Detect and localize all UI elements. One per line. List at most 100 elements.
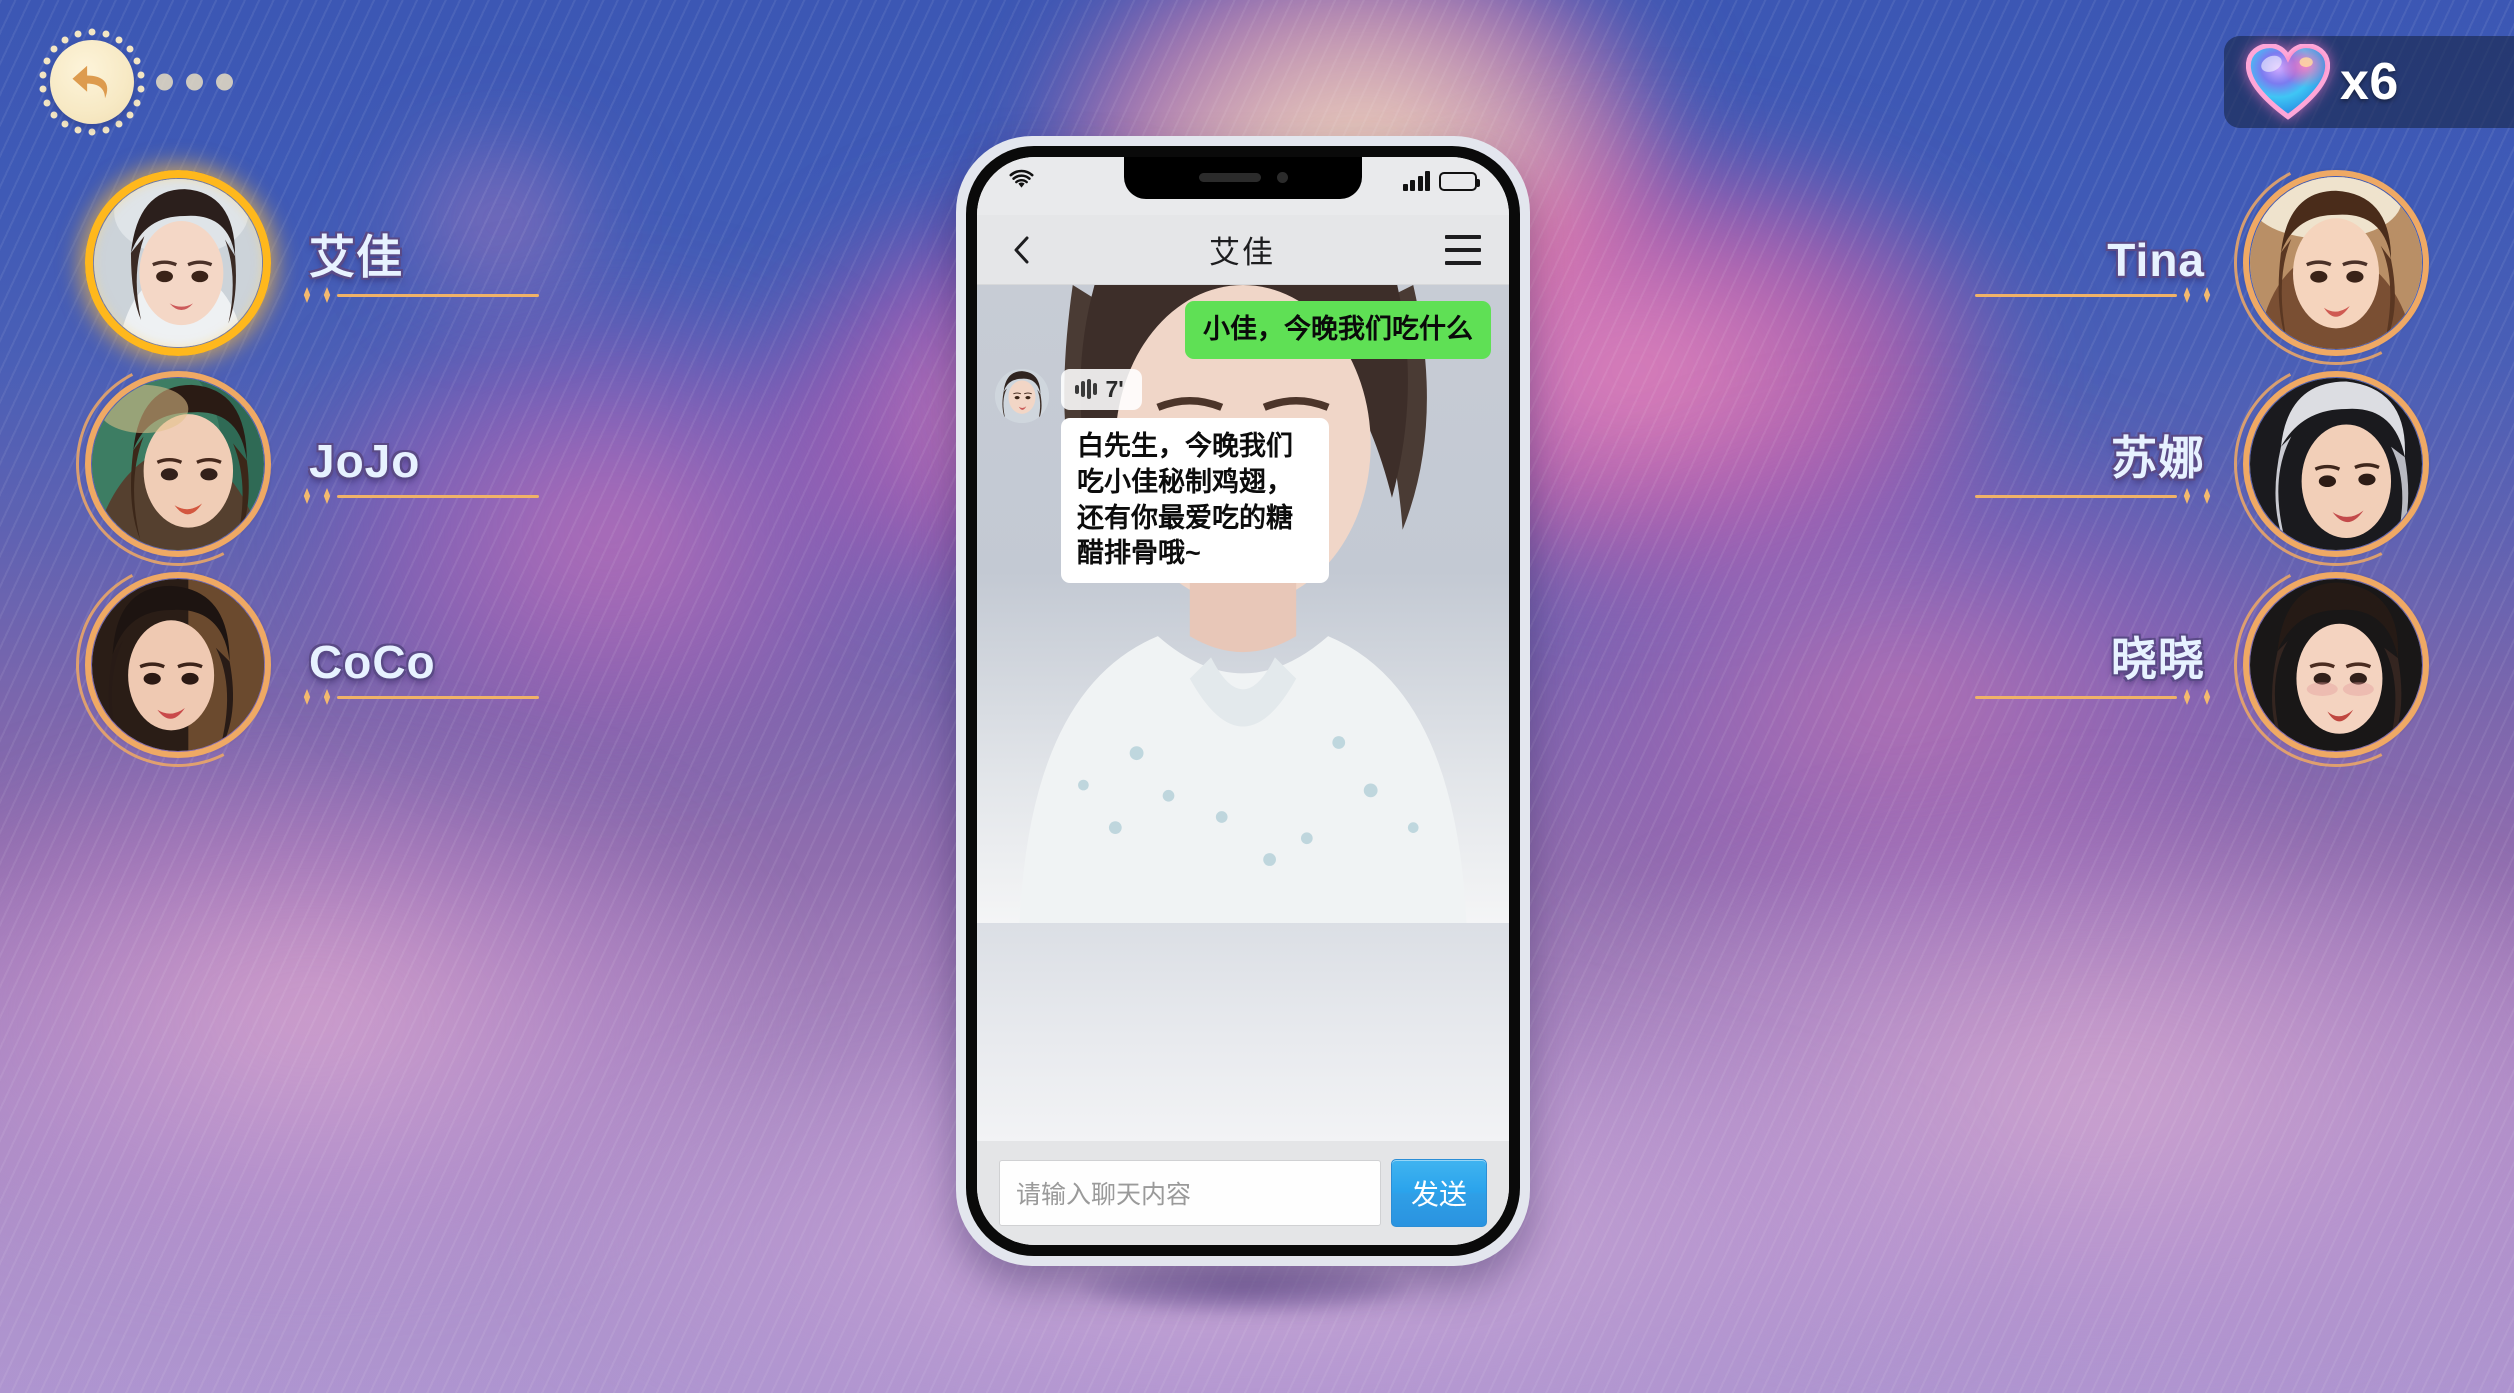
phone-screen: 艾佳 小佳，今晚我们吃什么 7' 白先生，今晚我们吃小佳秘制鸡翅，还有你最爱吃的… (977, 157, 1509, 1245)
message-bubble-outgoing: 小佳，今晚我们吃什么 (1185, 301, 1491, 359)
dot (115, 120, 123, 128)
character-slot-right-1[interactable]: Tina (1975, 134, 2465, 392)
avatar[interactable] (49, 335, 307, 593)
diamond-icon (2183, 689, 2191, 705)
dot (43, 57, 51, 65)
character-name-block: Tina (1975, 203, 2225, 323)
phone-mockup: 艾佳 小佳，今晚我们吃什么 7' 白先生，今晚我们吃小佳秘制鸡翅，还有你最爱吃的… (956, 136, 1530, 1266)
back-button-face (50, 40, 134, 124)
avatar[interactable] (85, 170, 271, 356)
chat-input-field[interactable]: 请输入聊天内容 (999, 1160, 1381, 1226)
character-name: 晓晓 (2111, 633, 2205, 685)
dot (61, 120, 69, 128)
name-underline (1975, 488, 2225, 504)
dot (133, 99, 141, 107)
voice-message-bubble[interactable]: 7' (1061, 368, 1142, 410)
name-underline (1975, 689, 2225, 705)
dot (74, 30, 82, 38)
heart-count-label: x6 (2340, 53, 2399, 111)
gem-heart-icon (2246, 44, 2330, 120)
character-slot-left-1[interactable]: 艾佳 (85, 170, 539, 356)
rule-bar (1975, 294, 2177, 297)
hamburger-menu-icon[interactable] (1445, 234, 1481, 265)
character-name-block: 晓晓 (1975, 605, 2225, 725)
status-left (1009, 169, 1034, 189)
chat-input-bar: 请输入聊天内容 发送 (977, 1141, 1509, 1245)
avatar[interactable] (2207, 536, 2465, 794)
heart-counter[interactable]: x6 (2224, 36, 2514, 128)
character-name-block: CoCo (289, 605, 539, 725)
character-name: 苏娜 (2111, 432, 2205, 484)
character-name: 艾佳 (309, 231, 403, 283)
wifi-icon (1009, 169, 1034, 189)
character-name-block: 苏娜 (1975, 404, 2225, 524)
dot (102, 126, 110, 134)
dot (137, 71, 145, 79)
diamond-icon (303, 488, 311, 504)
diamond-icon (323, 488, 331, 504)
diamond-icon (323, 287, 331, 303)
name-underline (289, 488, 539, 504)
chat-message-area[interactable]: 小佳，今晚我们吃什么 7' 白先生，今晚我们吃小佳秘制鸡翅，还有你最爱吃的糖醋排… (977, 285, 1509, 1141)
dot (50, 111, 58, 119)
name-underline (289, 287, 539, 303)
avatar[interactable] (2207, 134, 2465, 392)
character-name-block: 艾佳 (289, 203, 539, 323)
chat-title: 艾佳 (1209, 235, 1275, 270)
dot (43, 99, 51, 107)
avatar-ring-selected (85, 170, 271, 356)
dot (216, 73, 233, 91)
dot (39, 71, 46, 79)
phone-drop-shadow (1080, 1262, 1410, 1314)
avatar[interactable] (2207, 335, 2465, 593)
avatar[interactable] (49, 536, 307, 794)
voice-wave-icon (1075, 379, 1097, 400)
earpiece-speaker (1198, 172, 1261, 182)
character-name: Tina (2107, 234, 2205, 286)
rule-bar (1975, 696, 2177, 699)
dot (126, 111, 134, 119)
diamond-icon (2203, 488, 2211, 504)
rule-bar (337, 696, 539, 699)
back-button[interactable] (38, 28, 146, 136)
character-slot-right-3[interactable]: 晓晓 (1975, 536, 2465, 794)
message-bubble-incoming: 白先生，今晚我们吃小佳秘制鸡翅，还有你最爱吃的糖醋排骨哦~ (1061, 417, 1329, 584)
message-row-outgoing: 小佳，今晚我们吃什么 (995, 301, 1491, 359)
character-slot-right-2[interactable]: 苏娜 (1975, 335, 2465, 593)
avatar-ring (2243, 572, 2429, 758)
character-name: JoJo (309, 435, 421, 487)
character-slot-left-2[interactable]: JoJo (49, 335, 539, 593)
dot (186, 73, 203, 91)
dot (61, 36, 69, 44)
send-button[interactable]: 发送 (1391, 1159, 1487, 1227)
rule-bar (1975, 495, 2177, 498)
dot (156, 73, 173, 91)
voice-duration-label: 7' (1105, 375, 1124, 402)
chat-nav-bar: 艾佳 (977, 215, 1509, 285)
dot (74, 126, 82, 134)
signal-bars-icon (1402, 171, 1430, 191)
name-underline (289, 689, 539, 705)
rule-bar (337, 294, 539, 297)
diamond-icon (2183, 287, 2191, 303)
message-list: 小佳，今晚我们吃什么 7' 白先生，今晚我们吃小佳秘制鸡翅，还有你最爱吃的糖醋排… (977, 285, 1509, 584)
dot (50, 45, 58, 53)
dot (88, 28, 96, 36)
avatar-portrait-image (995, 368, 1049, 423)
chevron-left-icon[interactable] (1005, 233, 1039, 267)
status-right (1402, 169, 1480, 191)
dot (126, 45, 134, 53)
undo-arrow-icon (72, 65, 108, 99)
character-slot-left-3[interactable]: CoCo (49, 536, 539, 794)
dot (102, 30, 110, 38)
back-button-trailing-dots (156, 73, 233, 91)
message-sender-avatar (995, 368, 1049, 423)
diamond-icon (303, 287, 311, 303)
diamond-icon (2203, 287, 2211, 303)
avatar-ring (85, 371, 271, 557)
diamond-icon (2183, 488, 2191, 504)
diamond-icon (2203, 689, 2211, 705)
character-name: CoCo (309, 636, 436, 688)
avatar-ring (2243, 170, 2429, 356)
avatar-ring (2243, 371, 2429, 557)
